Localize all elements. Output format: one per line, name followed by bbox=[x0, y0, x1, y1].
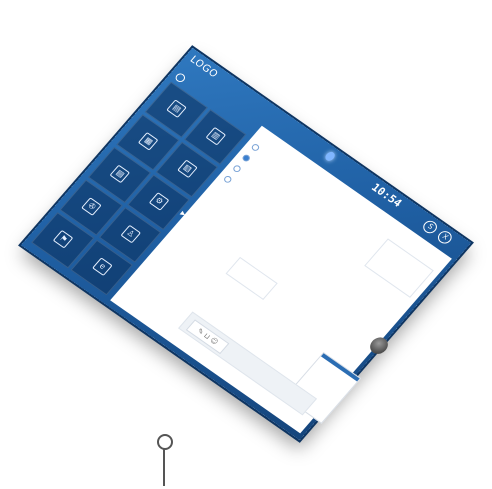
logo: LOGO bbox=[187, 54, 220, 81]
status-s-icon[interactable]: S bbox=[420, 218, 440, 236]
stylus-pin bbox=[156, 434, 173, 486]
radio-icon bbox=[222, 174, 233, 185]
radio-option[interactable] bbox=[231, 164, 245, 175]
radio-icon bbox=[250, 142, 261, 153]
print-icon: ▥ bbox=[205, 126, 226, 146]
device-screen: LOGO 10:54 S X ▤ ▥ ▦ ▧ ▨ ⚙ ✇ ♙ ⚑ e ▶ ✎ ⊔… bbox=[20, 47, 472, 441]
user-icon bbox=[173, 71, 187, 84]
radio-icon bbox=[231, 164, 243, 174]
radio-option[interactable] bbox=[250, 142, 263, 154]
input-tools[interactable]: ✎ ⊔ ☺ bbox=[185, 319, 230, 355]
side-card-header bbox=[320, 353, 360, 382]
browser-icon: e bbox=[91, 257, 113, 276]
user-row[interactable] bbox=[173, 71, 190, 86]
mid-card[interactable] bbox=[225, 256, 278, 300]
document-icon: ▨ bbox=[109, 164, 131, 184]
avatar[interactable] bbox=[366, 334, 392, 358]
input-bar: ✎ ⊔ ☺ bbox=[178, 311, 318, 416]
radio-label bbox=[259, 149, 262, 153]
close-icon[interactable]: X bbox=[435, 228, 455, 247]
date-label bbox=[409, 205, 422, 214]
radio-label bbox=[250, 160, 253, 164]
radio-label bbox=[232, 181, 235, 185]
scan-icon: ▦ bbox=[138, 132, 159, 151]
radio-label bbox=[241, 170, 244, 174]
film-icon: ✇ bbox=[81, 197, 102, 217]
radio-option[interactable] bbox=[241, 153, 254, 164]
radio-selected-icon bbox=[241, 153, 252, 163]
user-name bbox=[185, 80, 188, 84]
status-indicator-icon bbox=[323, 150, 337, 163]
side-card-body bbox=[318, 356, 357, 384]
info-panel bbox=[364, 238, 434, 298]
fax-icon: ▧ bbox=[176, 159, 198, 179]
pin-ring bbox=[157, 434, 173, 450]
flag-icon: ⚑ bbox=[52, 230, 74, 249]
pin-stem bbox=[163, 448, 165, 486]
copy-icon: ▤ bbox=[166, 99, 188, 119]
settings-icon: ⚙ bbox=[148, 191, 170, 211]
person-icon: ♙ bbox=[120, 224, 141, 244]
radio-option[interactable] bbox=[222, 174, 236, 186]
